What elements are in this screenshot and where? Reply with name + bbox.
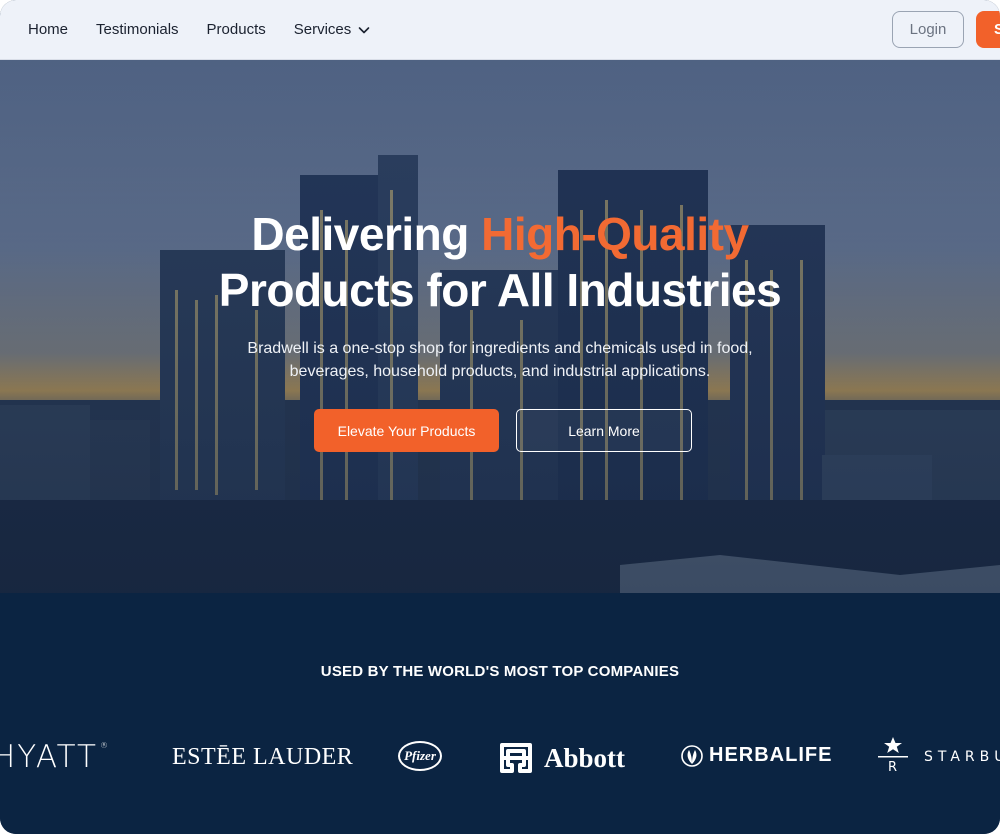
hero-subtitle: Bradwell is a one-stop shop for ingredie… [247, 340, 753, 380]
abbott-logo-text: Abbott [544, 742, 626, 773]
login-button[interactable]: Login [892, 11, 964, 48]
hero-headline-line2: Products for All Industries [218, 264, 782, 316]
nav-link-services-label: Services [293, 21, 352, 38]
companies-title: USED BY THE WORLD'S MOST TOP COMPANIES [320, 663, 680, 680]
starbucks-logo-text: STARBU [924, 749, 1000, 765]
signup-button[interactable]: S [976, 11, 1000, 48]
registered-mark: ® [99, 741, 110, 750]
pfizer-logo-text: Pfizer [404, 748, 436, 763]
hero-section: Delivering High-Quality Products for All… [0, 60, 1000, 593]
companies-section: USED BY THE WORLD'S MOST TOP COMPANIES H… [0, 593, 1000, 834]
hero-content: Delivering High-Quality Products for All… [0, 60, 1000, 593]
nav-link-home[interactable]: Home [28, 21, 68, 38]
chevron-down-icon [358, 26, 370, 33]
pfizer-logo: Pfizer [398, 741, 442, 771]
nav-link-testimonials[interactable]: Testimonials [96, 21, 179, 38]
elevate-products-button[interactable]: Elevate Your Products [314, 409, 499, 452]
leaf-icon [681, 744, 703, 767]
hero-headline-part1: Delivering [251, 208, 482, 260]
hero-headline: Delivering High-Quality Products for All… [0, 206, 1000, 318]
star-icon: R [878, 737, 908, 775]
hyatt-logo-text: HYATT [0, 739, 98, 775]
estee-lauder-logo: ESTĒE LAUDER [172, 744, 354, 770]
hero-headline-accent: High-Quality [481, 208, 749, 260]
herbalife-logo: HERBALIFE [681, 744, 832, 767]
nav-links: Home Testimonials Products Services [28, 21, 371, 38]
top-navbar: Home Testimonials Products Services Logi… [0, 0, 1000, 60]
hero-cta-row: Elevate Your Products Learn More [314, 409, 692, 452]
starbucks-logo: R STARBU [876, 737, 1000, 777]
starbucks-r-mark: R [888, 760, 897, 775]
page-frame: Home Testimonials Products Services Logi… [0, 0, 1000, 834]
hyatt-logo: HYATT ® [0, 739, 110, 775]
nav-auth-buttons: Login S [892, 11, 1000, 48]
nav-link-products[interactable]: Products [207, 21, 266, 38]
learn-more-button[interactable]: Learn More [516, 409, 692, 452]
herbalife-logo-text: HERBALIFE [709, 744, 833, 766]
nav-link-services[interactable]: Services [294, 21, 372, 38]
abbott-logo: Abbott [496, 741, 625, 775]
abbott-mark-icon [500, 743, 532, 773]
